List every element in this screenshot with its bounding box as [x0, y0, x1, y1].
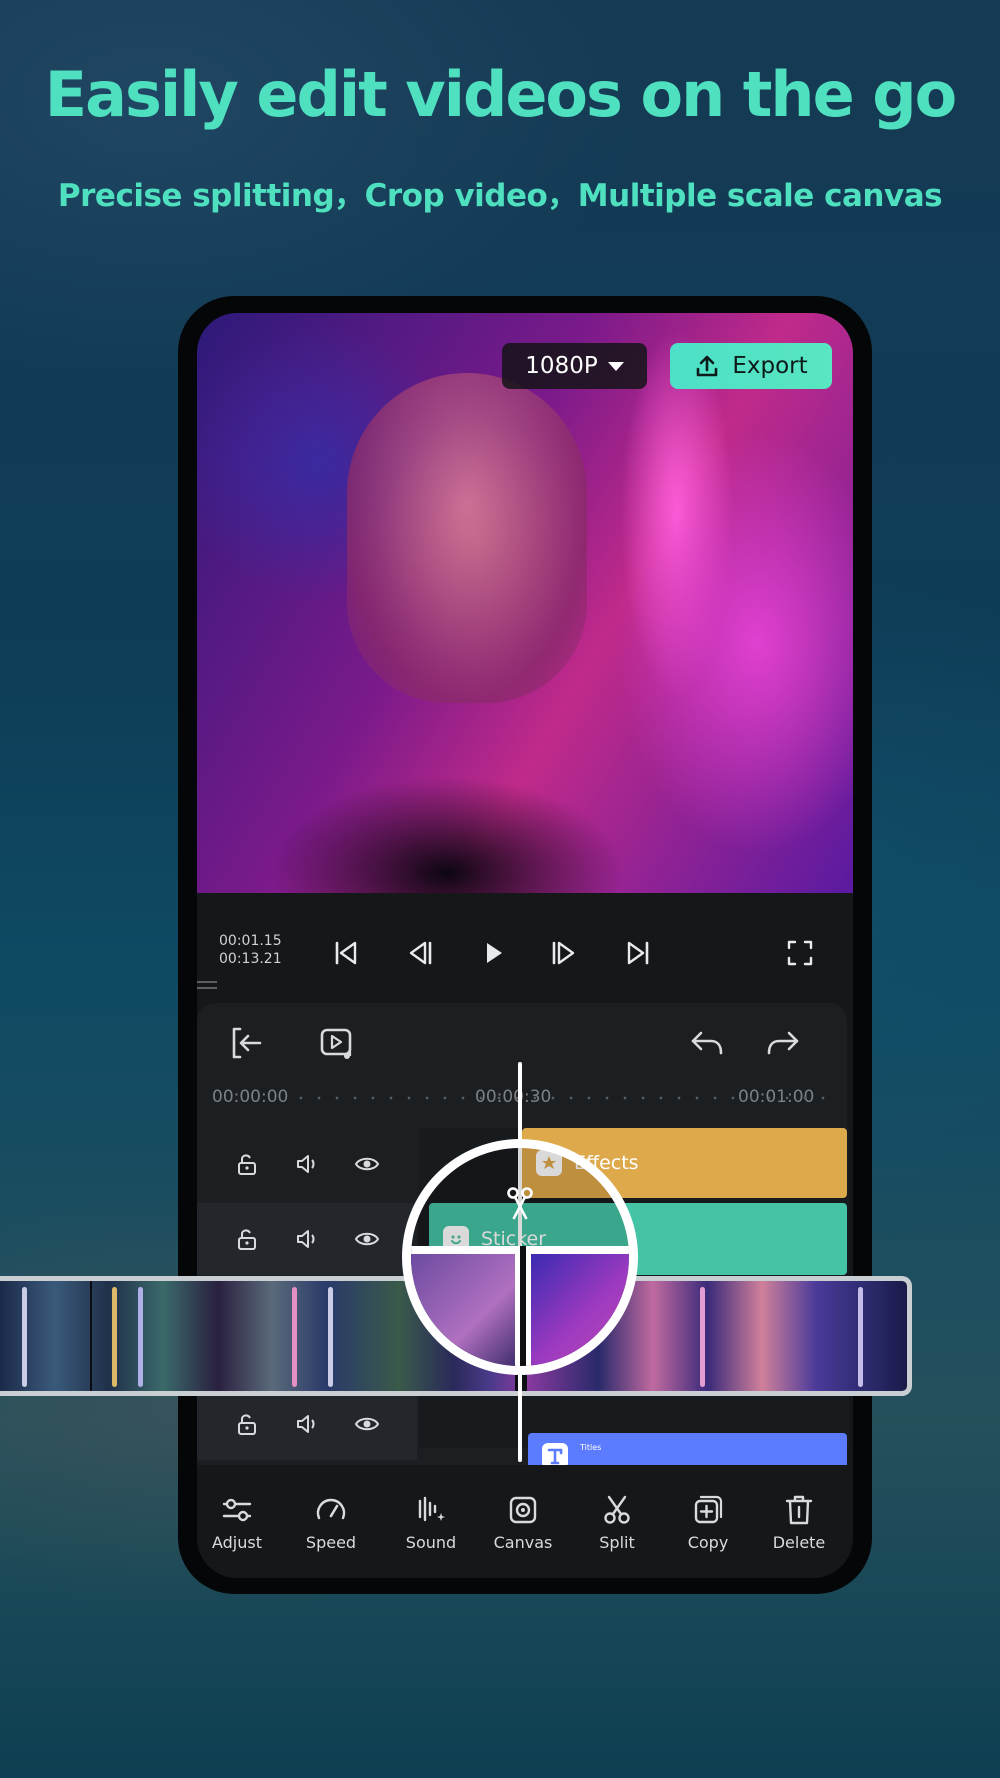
magnifier-split-line: [515, 1246, 531, 1366]
track-controls-titles: [197, 1388, 417, 1460]
unlock-icon[interactable]: [234, 1226, 260, 1252]
skip-end-icon: [627, 941, 649, 965]
magnifier-left-frame: [411, 1252, 515, 1366]
adjust-tool[interactable]: Adjust: [197, 1493, 277, 1552]
preview-audio-button[interactable]: [317, 1023, 357, 1063]
copy-icon: [694, 1495, 723, 1524]
delete-label: Delete: [772, 1533, 826, 1552]
sound-tool[interactable]: Sound: [391, 1493, 471, 1552]
speed-label: Speed: [305, 1533, 357, 1552]
playback-controls: 00:01.15 00:13.21: [197, 893, 853, 988]
trash-icon: [785, 1495, 813, 1525]
video-preview[interactable]: 1080P Export: [197, 313, 853, 893]
export-label: Export: [732, 353, 808, 379]
copy-tool[interactable]: Copy: [668, 1493, 748, 1552]
exit-icon: [232, 1027, 262, 1059]
sound-label: Sound: [405, 1533, 457, 1552]
play-button[interactable]: [477, 937, 509, 969]
subheadline: Precise splitting，Crop video，Multiple sc…: [57, 178, 943, 214]
bottom-toolbar: Adjust Speed Sound Canvas Split Copy Del…: [197, 1465, 853, 1578]
redo-button[interactable]: [763, 1023, 803, 1063]
speedometer-icon: [316, 1498, 346, 1520]
exit-timeline-button[interactable]: [227, 1023, 267, 1063]
sound-icon: [418, 1496, 445, 1522]
resolution-selector[interactable]: 1080P: [502, 343, 647, 389]
redo-icon: [767, 1031, 799, 1055]
ruler-ticks: [292, 1096, 837, 1100]
undo-button[interactable]: [687, 1023, 727, 1063]
canvas-tool[interactable]: Canvas: [483, 1493, 563, 1552]
track-controls-sticker: [197, 1203, 417, 1275]
export-button[interactable]: Export: [670, 343, 832, 389]
split-label: Split: [599, 1533, 635, 1552]
eye-icon[interactable]: [354, 1226, 380, 1252]
volume-icon[interactable]: [294, 1411, 320, 1437]
play-icon: [487, 943, 502, 963]
ruler-label-start: 00:00:00: [212, 1087, 289, 1107]
unlock-icon[interactable]: [234, 1411, 260, 1437]
panel-drag-handle[interactable]: [197, 981, 217, 993]
track-controls-effects: [197, 1128, 417, 1200]
volume-icon[interactable]: [294, 1151, 320, 1177]
titles-label: Titles: [580, 1443, 602, 1452]
copy-label: Copy: [687, 1533, 729, 1552]
step-forward-icon: [552, 941, 575, 965]
volume-icon[interactable]: [294, 1226, 320, 1252]
upload-icon: [697, 355, 718, 377]
canvas-label: Canvas: [493, 1533, 553, 1552]
split-tool[interactable]: Split: [577, 1493, 657, 1552]
skip-to-end-button[interactable]: [622, 937, 654, 969]
skip-start-icon: [335, 941, 357, 965]
magnifier-right-frame: [531, 1252, 629, 1366]
fullscreen-icon: [787, 940, 813, 966]
speed-tool[interactable]: Speed: [291, 1493, 371, 1552]
eye-icon[interactable]: [354, 1411, 380, 1437]
unlock-icon[interactable]: [234, 1151, 260, 1177]
next-frame-button[interactable]: [548, 937, 580, 969]
skip-to-start-button[interactable]: [330, 937, 362, 969]
preview-subject: [347, 373, 587, 703]
caret-down-icon: [607, 361, 624, 371]
headline: Easily edit videos on the go: [44, 58, 957, 131]
step-back-icon: [409, 941, 432, 965]
resolution-label: 1080P: [525, 353, 598, 379]
canvas-icon: [509, 1496, 537, 1524]
split-scissors-icon: [507, 1187, 533, 1220]
scissors-icon: [604, 1495, 630, 1524]
total-time: 00:13.21: [219, 951, 282, 967]
previous-frame-button[interactable]: [404, 937, 436, 969]
video-music-icon: [320, 1028, 352, 1059]
delete-tool[interactable]: Delete: [759, 1493, 839, 1552]
undo-icon: [691, 1031, 723, 1055]
adjust-label: Adjust: [211, 1533, 262, 1552]
eye-icon[interactable]: [354, 1151, 380, 1177]
current-time: 00:01.15: [219, 933, 282, 949]
split-magnifier: [402, 1139, 638, 1375]
sliders-icon: [222, 1498, 252, 1522]
fullscreen-button[interactable]: [784, 937, 816, 969]
